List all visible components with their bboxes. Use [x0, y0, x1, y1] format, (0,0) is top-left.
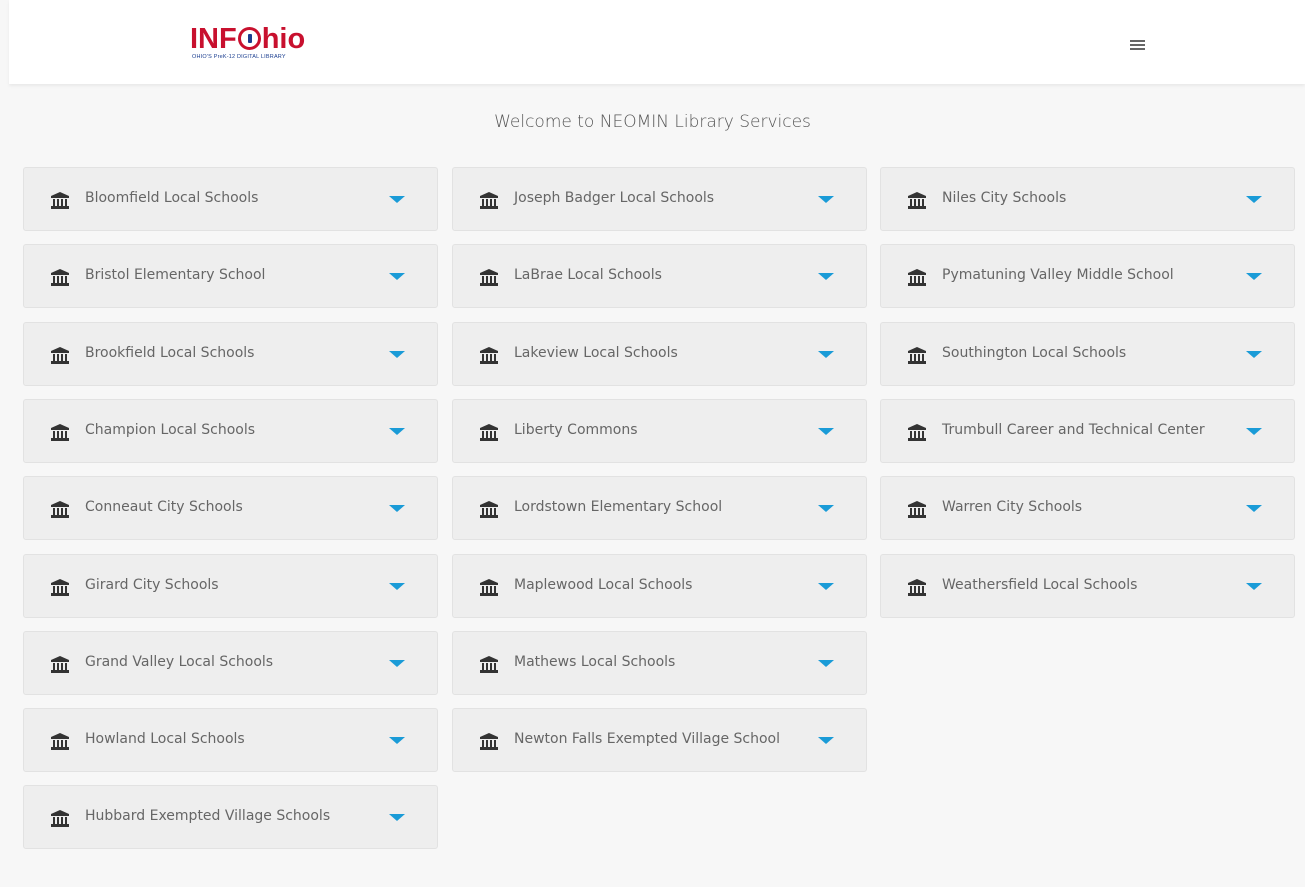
caret-down-icon[interactable]: [389, 814, 405, 821]
district-card-label: Pymatuning Valley Middle School: [942, 267, 1174, 283]
district-card[interactable]: Newton Falls Exempted Village School: [452, 708, 867, 772]
institution-icon: [480, 192, 498, 209]
infohio-logo[interactable]: INF hio OHIO'S PreK-12 DIGITAL LIBRARY: [182, 24, 314, 66]
caret-down-icon[interactable]: [818, 737, 834, 744]
district-card-label: Trumbull Career and Technical Center: [942, 422, 1205, 438]
institution-icon: [908, 501, 926, 518]
district-card[interactable]: LaBrae Local Schools: [452, 244, 867, 308]
caret-down-icon[interactable]: [389, 505, 405, 512]
institution-icon: [480, 424, 498, 441]
institution-icon: [51, 269, 69, 286]
district-card-label: Grand Valley Local Schools: [85, 654, 274, 670]
caret-down-icon[interactable]: [1246, 428, 1262, 435]
top-navbar: INF hio OHIO'S PreK-12 DIGITAL LIBRARY: [9, 0, 1305, 84]
caret-down-icon[interactable]: [389, 273, 405, 280]
district-card-label: Warren City Schools: [942, 499, 1083, 515]
institution-icon: [480, 347, 498, 364]
institution-icon: [908, 579, 926, 596]
caret-down-icon[interactable]: [1246, 351, 1262, 358]
district-card[interactable]: Southington Local Schools: [880, 322, 1295, 386]
institution-icon: [51, 733, 69, 750]
caret-down-icon[interactable]: [818, 196, 834, 203]
caret-down-icon[interactable]: [1246, 583, 1262, 590]
caret-down-icon[interactable]: [818, 583, 834, 590]
institution-icon: [51, 192, 69, 209]
institution-icon: [480, 579, 498, 596]
district-card[interactable]: Bloomfield Local Schools: [23, 167, 438, 231]
institution-icon: [51, 810, 69, 827]
district-card[interactable]: Mathews Local Schools: [452, 631, 867, 695]
district-card[interactable]: Conneaut City Schools: [23, 476, 438, 540]
district-card-label: Southington Local Schools: [942, 345, 1127, 361]
caret-down-icon[interactable]: [818, 660, 834, 667]
district-card[interactable]: Howland Local Schools: [23, 708, 438, 772]
district-card[interactable]: Lordstown Elementary School: [452, 476, 867, 540]
district-card[interactable]: Pymatuning Valley Middle School: [880, 244, 1295, 308]
district-card-label: Joseph Badger Local Schools: [514, 190, 715, 206]
institution-icon: [480, 269, 498, 286]
institution-icon: [908, 424, 926, 441]
caret-down-icon[interactable]: [389, 737, 405, 744]
district-card[interactable]: Champion Local Schools: [23, 399, 438, 463]
district-card[interactable]: Maplewood Local Schools: [452, 554, 867, 618]
district-card-label: Liberty Commons: [514, 422, 638, 438]
district-card-label: Conneaut City Schools: [85, 499, 243, 515]
district-card[interactable]: Brookfield Local Schools: [23, 322, 438, 386]
institution-icon: [51, 656, 69, 673]
caret-down-icon[interactable]: [389, 351, 405, 358]
institution-icon: [51, 579, 69, 596]
caret-down-icon[interactable]: [389, 583, 405, 590]
caret-down-icon[interactable]: [818, 505, 834, 512]
caret-down-icon[interactable]: [1246, 196, 1262, 203]
district-card-label: Girard City Schools: [85, 577, 219, 593]
caret-down-icon[interactable]: [818, 273, 834, 280]
institution-icon: [51, 424, 69, 441]
district-card-label: Bloomfield Local Schools: [85, 190, 259, 206]
district-card-label: Howland Local Schools: [85, 731, 245, 747]
district-card-label: Brookfield Local Schools: [85, 345, 255, 361]
district-card-label: Hubbard Exempted Village Schools: [85, 808, 331, 824]
institution-icon: [908, 192, 926, 209]
caret-down-icon[interactable]: [818, 351, 834, 358]
caret-down-icon[interactable]: [389, 196, 405, 203]
logo-wordmark: INF hio: [190, 23, 306, 55]
district-card[interactable]: Joseph Badger Local Schools: [452, 167, 867, 231]
district-card-label: Champion Local Schools: [85, 422, 256, 438]
district-card-label: Newton Falls Exempted Village School: [514, 731, 781, 747]
caret-down-icon[interactable]: [818, 428, 834, 435]
hamburger-menu-icon[interactable]: [1130, 40, 1145, 51]
institution-icon: [480, 656, 498, 673]
institution-icon: [51, 501, 69, 518]
district-card[interactable]: Weathersfield Local Schools: [880, 554, 1295, 618]
institution-icon: [51, 347, 69, 364]
district-card[interactable]: Hubbard Exempted Village Schools: [23, 785, 438, 849]
caret-down-icon[interactable]: [389, 428, 405, 435]
district-card-label: LaBrae Local Schools: [514, 267, 662, 283]
district-card-label: Lakeview Local Schools: [514, 345, 678, 361]
district-card[interactable]: Trumbull Career and Technical Center: [880, 399, 1295, 463]
district-card[interactable]: Warren City Schools: [880, 476, 1295, 540]
caret-down-icon[interactable]: [1246, 505, 1262, 512]
institution-icon: [908, 269, 926, 286]
district-card[interactable]: Bristol Elementary School: [23, 244, 438, 308]
district-card[interactable]: Niles City Schools: [880, 167, 1295, 231]
caret-down-icon[interactable]: [389, 660, 405, 667]
institution-icon: [480, 733, 498, 750]
caret-down-icon[interactable]: [1246, 273, 1262, 280]
district-card-label: Weathersfield Local Schools: [942, 577, 1138, 593]
district-card[interactable]: Lakeview Local Schools: [452, 322, 867, 386]
institution-icon: [480, 501, 498, 518]
district-card-label: Bristol Elementary School: [85, 267, 266, 283]
welcome-heading: Welcome to NEOMIN Library Services: [494, 112, 811, 132]
logo-tagline: OHIO'S PreK-12 DIGITAL LIBRARY: [192, 54, 286, 60]
district-card[interactable]: Girard City Schools: [23, 554, 438, 618]
district-card[interactable]: Grand Valley Local Schools: [23, 631, 438, 695]
district-card-label: Lordstown Elementary School: [514, 499, 723, 515]
district-card-label: Niles City Schools: [942, 190, 1067, 206]
district-card-label: Mathews Local Schools: [514, 654, 676, 670]
district-card-label: Maplewood Local Schools: [514, 577, 693, 593]
institution-icon: [908, 347, 926, 364]
district-card[interactable]: Liberty Commons: [452, 399, 867, 463]
power-icon: [237, 27, 261, 50]
